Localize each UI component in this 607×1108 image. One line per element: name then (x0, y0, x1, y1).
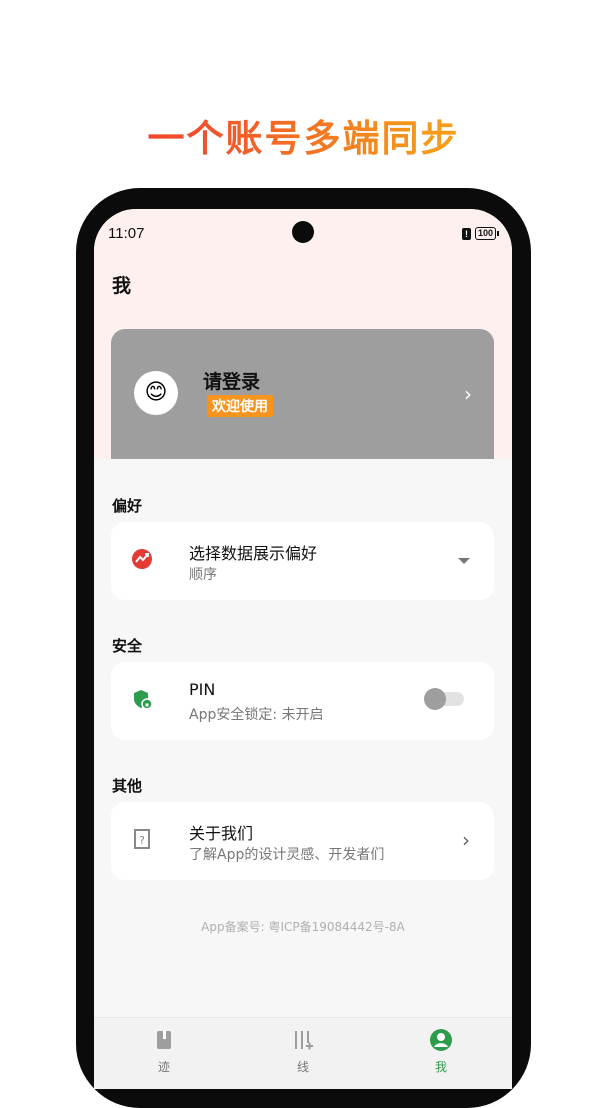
tab-traces[interactable]: 迹 (114, 1028, 214, 1075)
trend-chart-icon (132, 549, 152, 569)
front-camera (292, 221, 314, 243)
promo-headline: 一个账号多端同步 (0, 108, 607, 162)
status-time: 11:07 (108, 225, 145, 242)
login-title: 请登录 (203, 371, 261, 393)
svg-text:?: ? (139, 834, 145, 847)
about-card[interactable]: ? 关于我们 了解App的设计灵感、开发者们 › (111, 802, 494, 880)
section-label-preference: 偏好 (112, 497, 143, 515)
timeline-icon (295, 1031, 313, 1050)
section-label-other: 其他 (112, 777, 143, 795)
profile-icon (430, 1029, 452, 1051)
dropdown-arrow-icon[interactable] (458, 558, 470, 564)
chevron-right-icon: › (464, 382, 472, 406)
sim-alert-icon: ! (461, 227, 471, 240)
beian-footer: App备案号: 粤ICP备19084442号-8A (201, 920, 405, 934)
toggle-knob (424, 688, 446, 710)
help-document-icon: ? (134, 829, 150, 849)
tab-me[interactable]: 我 (391, 1028, 491, 1075)
section-label-security: 安全 (112, 637, 143, 655)
pin-card[interactable]: PIN App安全锁定: 未开启 (111, 662, 494, 740)
tab-label: 迹 (157, 1060, 170, 1074)
chevron-right-icon: › (462, 828, 470, 852)
page-title: 我 (112, 275, 132, 297)
pin-status: App安全锁定: 未开启 (189, 707, 324, 723)
about-title: 关于我们 (189, 824, 254, 843)
tab-label: 线 (296, 1060, 309, 1074)
phone-screen: 11:07 ! 100 我 😊 请登录 欢迎使用 › 偏好 选择数据展示偏好 顺… (94, 209, 512, 1089)
battery-icon: 100 (474, 227, 500, 240)
pin-title: PIN (189, 680, 216, 699)
status-icons: ! 100 (461, 227, 500, 240)
pin-toggle[interactable] (424, 688, 464, 710)
about-subtitle: 了解App的设计灵感、开发者们 (189, 847, 385, 863)
preference-value: 顺序 (189, 567, 217, 583)
tab-label: 我 (434, 1060, 447, 1074)
preference-card[interactable]: 选择数据展示偏好 顺序 (111, 522, 494, 600)
tab-timeline[interactable]: 线 (253, 1028, 353, 1075)
login-card[interactable]: 😊 请登录 欢迎使用 › (111, 329, 494, 459)
book-icon (157, 1031, 171, 1049)
bottom-tab-bar: 迹 线 我 (94, 1017, 512, 1089)
welcome-badge: 欢迎使用 (207, 395, 273, 417)
shield-lock-icon (134, 690, 153, 710)
avatar: 😊 (134, 371, 178, 415)
preference-title: 选择数据展示偏好 (189, 544, 318, 563)
